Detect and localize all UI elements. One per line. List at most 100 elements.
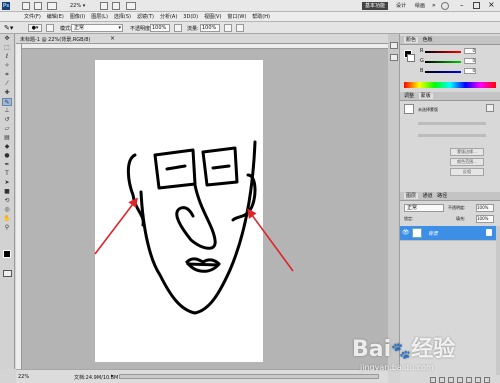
- status-arrow-icon[interactable]: ▸: [111, 373, 114, 379]
- maximize-icon[interactable]: [473, 2, 480, 9]
- color-r-slider[interactable]: [425, 51, 461, 53]
- gradient-tool-icon[interactable]: ▤: [2, 134, 12, 142]
- status-zoom: 22%: [18, 374, 30, 380]
- launch-bridge-icon[interactable]: [22, 2, 30, 10]
- tab-swatches[interactable]: 色板: [423, 37, 433, 43]
- dodge-tool-icon[interactable]: ●: [2, 152, 12, 160]
- color-b-slider[interactable]: [425, 71, 461, 73]
- flow-input[interactable]: 100%: [200, 24, 220, 32]
- menu-window[interactable]: 窗口(W): [227, 13, 246, 20]
- view-extras-icon[interactable]: [47, 2, 57, 10]
- 3d-rotate-tool-icon[interactable]: ⟲: [2, 197, 12, 205]
- pressure-size-icon[interactable]: [236, 24, 244, 32]
- quick-mask-icon[interactable]: [3, 270, 12, 277]
- actions-panel-icon[interactable]: [390, 54, 398, 61]
- workspace-essentials-button[interactable]: 基本功能: [362, 2, 389, 10]
- layer-row-background[interactable]: 👁 背景: [400, 226, 496, 240]
- mask-feather-slider[interactable]: [418, 134, 486, 137]
- type-tool-icon[interactable]: T: [2, 170, 12, 178]
- layer-lock-icon: [486, 229, 492, 236]
- clone-stamp-tool-icon[interactable]: ⊥: [2, 107, 12, 115]
- brush-tool-icon[interactable]: ✎: [2, 98, 12, 106]
- airbrush-icon[interactable]: [224, 24, 232, 32]
- watermark-logo: Bai🐾经验: [352, 337, 456, 362]
- eraser-tool-icon[interactable]: ▱: [2, 125, 12, 133]
- mask-edge-label: 蒙版边缘...: [457, 149, 477, 154]
- watermark-url: jingyan.baidu.com: [360, 363, 434, 372]
- search-icon[interactable]: [441, 2, 449, 10]
- menu-help[interactable]: 帮助(H): [252, 13, 270, 20]
- pressure-opacity-icon[interactable]: [174, 24, 182, 32]
- mode-select[interactable]: 正常 ▾: [71, 24, 123, 32]
- workspace-design-label: 设计: [396, 3, 407, 9]
- zoom-level-dropdown[interactable]: 22% ▾: [70, 2, 85, 10]
- tab-paths[interactable]: 路径: [437, 193, 447, 199]
- healing-brush-tool-icon[interactable]: ✚: [2, 89, 12, 97]
- lasso-tool-icon[interactable]: ℓ: [2, 53, 12, 61]
- blend-mode-select[interactable]: 正常: [404, 204, 444, 212]
- path-select-tool-icon[interactable]: ➤: [2, 179, 12, 187]
- color-spectrum-bar[interactable]: [404, 82, 496, 88]
- tab-color[interactable]: 颜色: [404, 37, 419, 43]
- eyedropper-tool-icon[interactable]: ⁄: [2, 80, 12, 88]
- layers-opacity-input[interactable]: 100%: [476, 204, 494, 212]
- history-brush-tool-icon[interactable]: ↺: [2, 116, 12, 124]
- brush-preset-icon[interactable]: ✎▾: [4, 24, 16, 32]
- history-panel-icon[interactable]: [390, 42, 398, 49]
- horizontal-scrollbar[interactable]: [119, 374, 379, 379]
- menu-filter[interactable]: 滤镜(T): [137, 13, 154, 20]
- menu-image[interactable]: 图像(I): [70, 13, 85, 20]
- tab-adjustments[interactable]: 调整: [404, 93, 414, 99]
- workspace-more-icon[interactable]: »: [432, 2, 436, 9]
- layers-panel-scrollbar[interactable]: [496, 226, 500, 375]
- color-g-input[interactable]: 0: [464, 58, 476, 64]
- fill-input[interactable]: 100%: [476, 215, 494, 223]
- rotate-view-icon[interactable]: [112, 2, 120, 10]
- masks-panel-header: 调整 蒙版: [400, 92, 500, 101]
- menu-file[interactable]: 文件(F): [24, 13, 41, 20]
- launch-minibridge-icon[interactable]: [34, 2, 42, 10]
- menu-3d[interactable]: 3D(D): [183, 14, 198, 20]
- foreground-color-swatch[interactable]: [3, 250, 11, 258]
- menu-select[interactable]: 选择(S): [114, 13, 131, 20]
- menu-view[interactable]: 视图(V): [204, 13, 221, 20]
- crop-tool-icon[interactable]: ⌗: [2, 71, 12, 79]
- arrange-documents-icon[interactable]: [126, 2, 136, 10]
- mask-pixel-icon[interactable]: [486, 104, 494, 112]
- move-tool-icon[interactable]: ✥: [2, 35, 12, 43]
- menu-edit[interactable]: 编辑(E): [47, 13, 64, 20]
- menu-analysis[interactable]: 分析(A): [160, 13, 177, 20]
- menu-layer[interactable]: 图层(L): [91, 13, 108, 20]
- hand-tool-icon[interactable]: ✋: [2, 215, 12, 223]
- blur-tool-icon[interactable]: ◆: [2, 143, 12, 151]
- invert-button[interactable]: 反相: [450, 168, 484, 176]
- mask-density-slider[interactable]: [418, 122, 486, 125]
- color-range-button[interactable]: 颜色范围...: [450, 158, 484, 166]
- 3d-orbit-tool-icon[interactable]: ◎: [2, 206, 12, 214]
- opacity-input[interactable]: 100%: [150, 24, 170, 32]
- pen-tool-icon[interactable]: ✒: [2, 161, 12, 169]
- color-g-slider[interactable]: [425, 61, 461, 63]
- shape-tool-icon[interactable]: ■: [2, 188, 12, 196]
- tab-layers[interactable]: 图层: [404, 193, 419, 199]
- brush-size-picker[interactable]: ●▾: [28, 24, 42, 32]
- color-bg-swatch[interactable]: [407, 54, 415, 62]
- marquee-tool-icon[interactable]: ⬚: [2, 44, 12, 52]
- tools-panel: ✥ ⬚ ℓ ✧ ⌗ ⁄ ✚ ✎ ⊥ ↺ ▱ ▤ ◆ ● ✒ T ➤ ■ ⟲ ◎ …: [0, 34, 15, 369]
- layers-panel-header: 图层 通道 路径: [400, 192, 500, 201]
- brush-panel-toggle-icon[interactable]: [46, 24, 54, 32]
- quick-select-tool-icon[interactable]: ✧: [2, 62, 12, 70]
- minimize-icon[interactable]: –: [460, 1, 464, 9]
- workspace-design-button[interactable]: 设计: [393, 2, 409, 10]
- color-b-input[interactable]: 0: [464, 68, 476, 74]
- layer-visibility-eye-icon[interactable]: 👁: [402, 229, 410, 236]
- tab-masks[interactable]: 蒙版: [418, 93, 433, 99]
- workspace-paint-button[interactable]: 绘画: [412, 2, 428, 10]
- close-icon[interactable]: ×: [488, 0, 495, 9]
- zoom-tool-icon[interactable]: ⚲: [2, 224, 12, 232]
- mask-thumbnail: [404, 104, 414, 114]
- mask-edge-button[interactable]: 蒙版边缘...: [450, 148, 484, 156]
- color-r-input[interactable]: 0: [464, 48, 476, 54]
- tab-channels[interactable]: 通道: [423, 193, 433, 199]
- hand-tool-icon[interactable]: [100, 2, 108, 10]
